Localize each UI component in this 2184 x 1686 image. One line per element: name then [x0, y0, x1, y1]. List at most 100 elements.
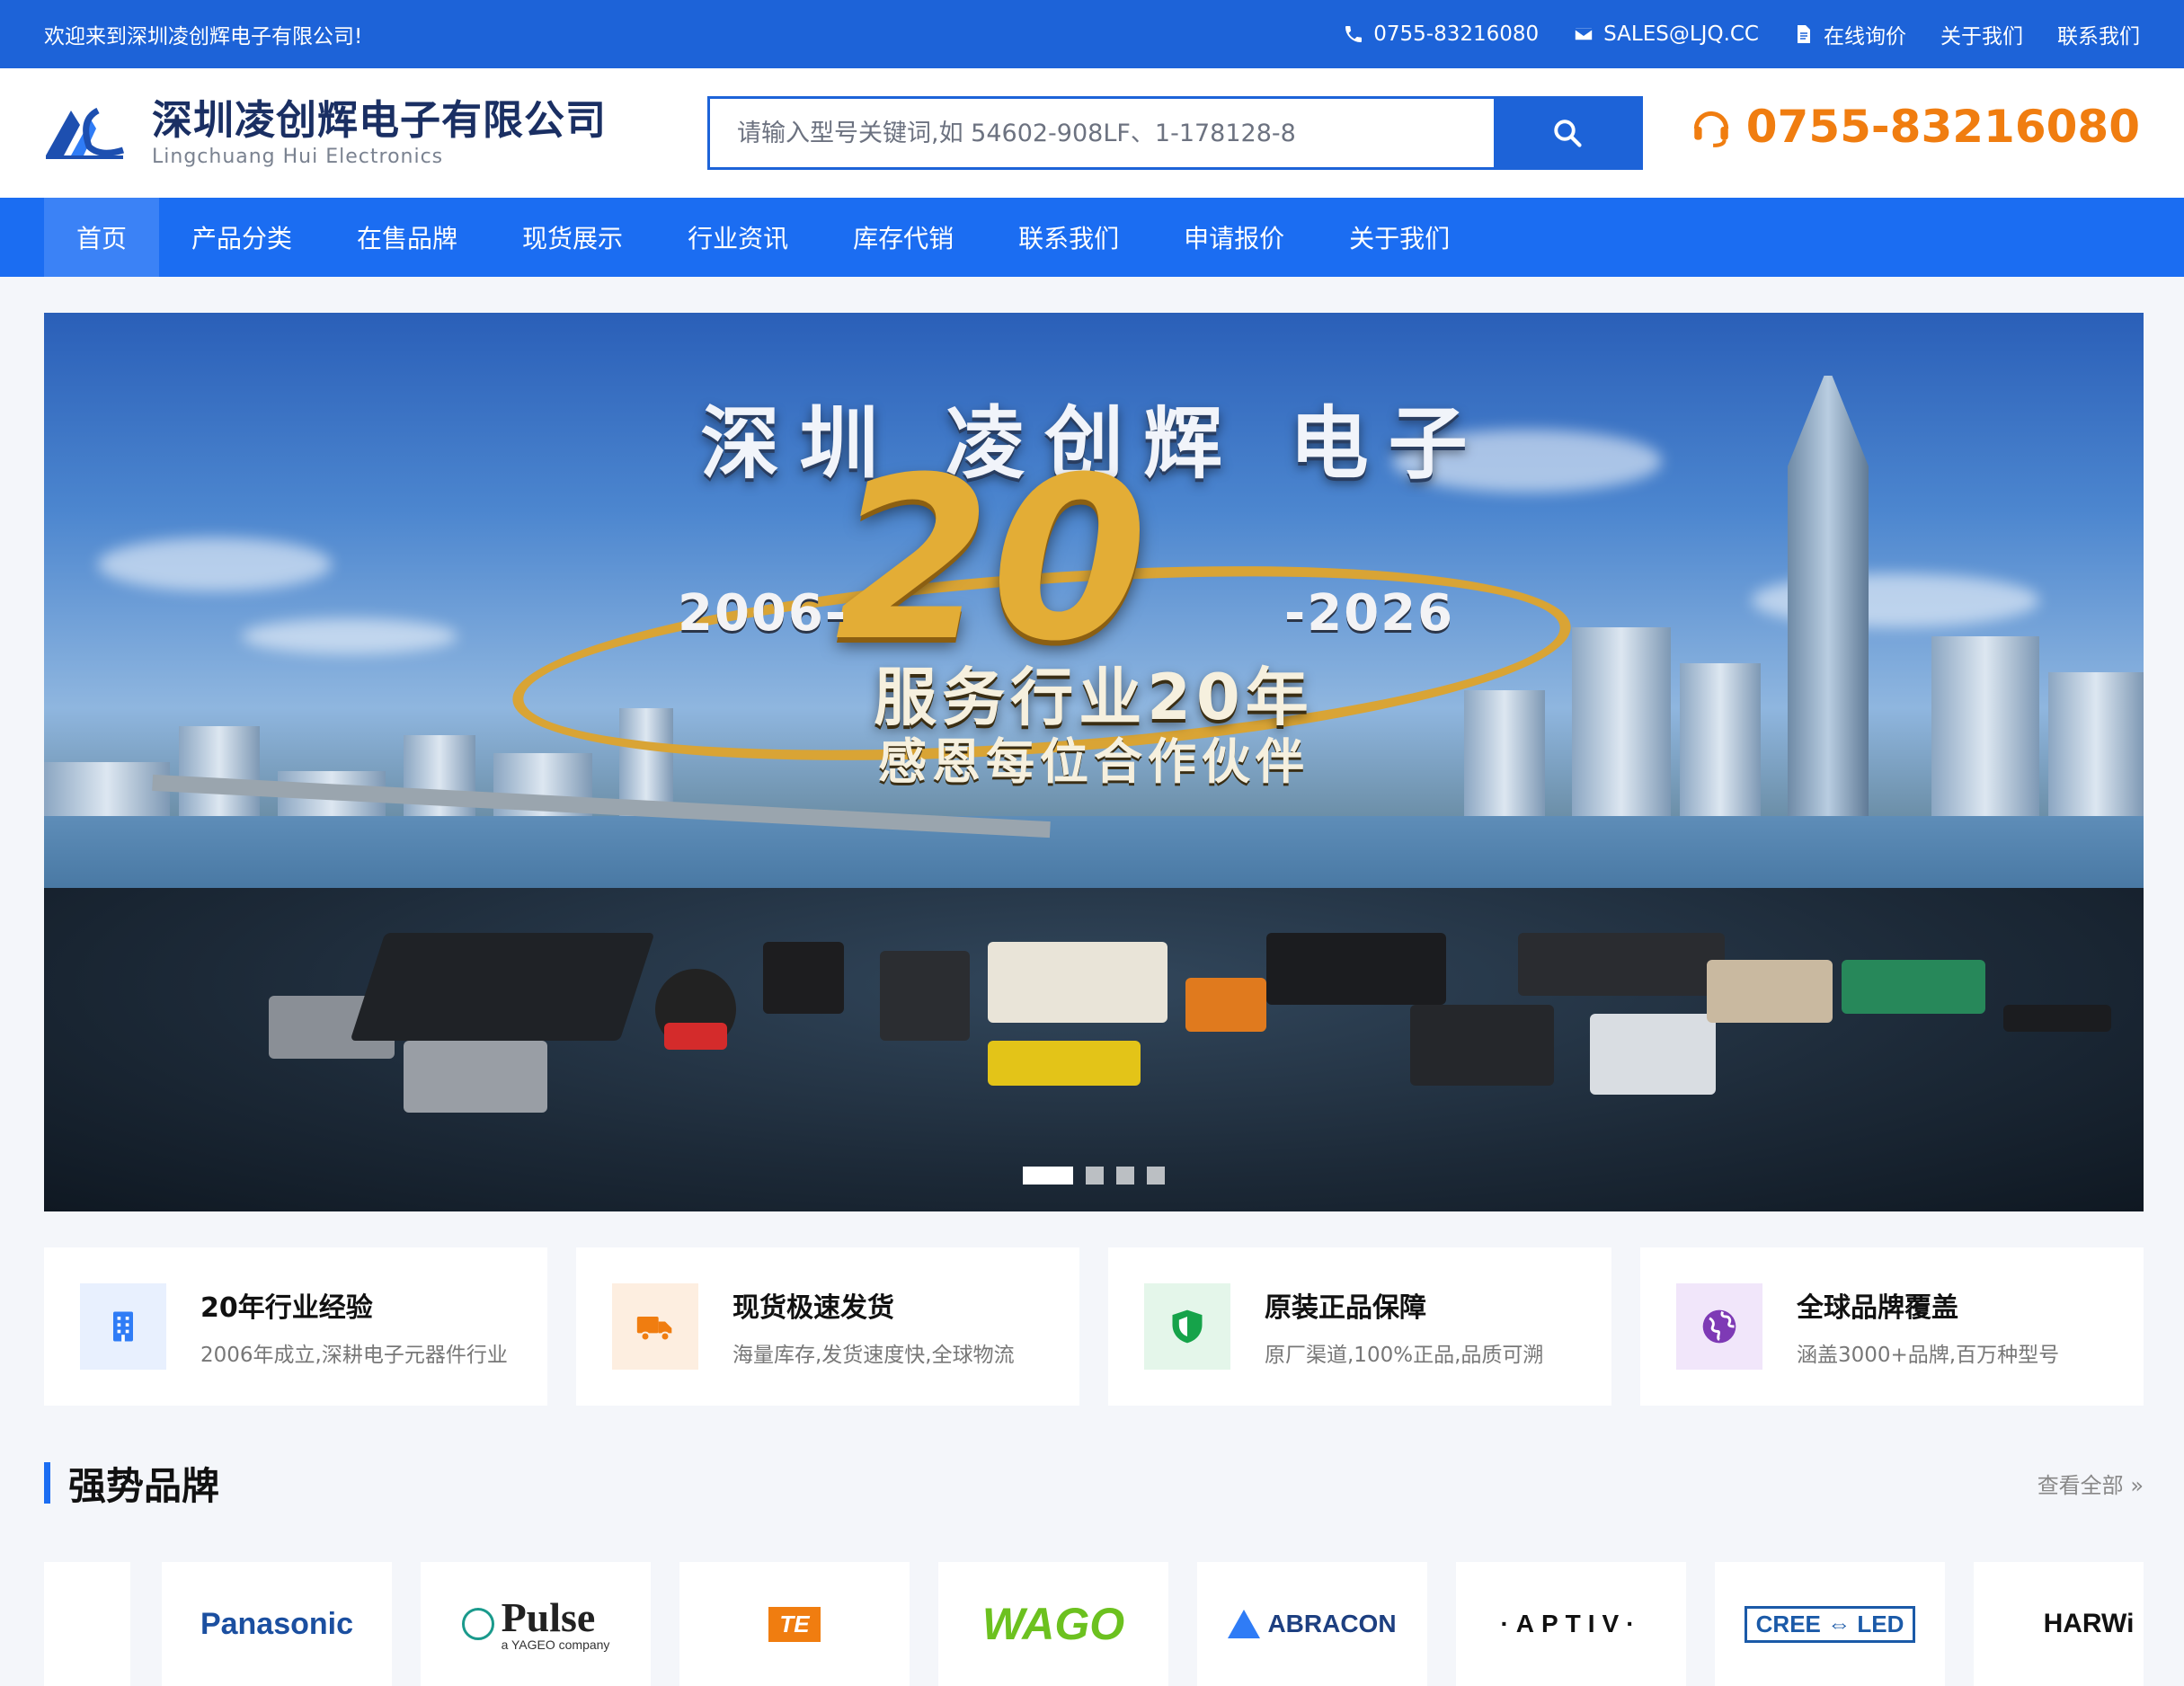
carousel-dot[interactable]: [1147, 1167, 1165, 1185]
shield-icon: [1144, 1283, 1230, 1370]
brand-name: Pulse: [501, 1594, 596, 1640]
brand-logo[interactable]: ex: [44, 1562, 130, 1686]
connector-shape: [1590, 1014, 1716, 1095]
banner-slogan-sub: 感恩每位合作伙伴: [878, 733, 1310, 790]
hotline-number: 0755-83216080: [1745, 101, 2140, 153]
nav-item[interactable]: 库存代销: [821, 198, 986, 277]
company-name-en: Lingchuang Hui Electronics: [152, 146, 444, 169]
nav-item[interactable]: 在售品牌: [324, 198, 490, 277]
top-phone-text: 0755-83216080: [1373, 22, 1540, 46]
component-shape: [763, 942, 844, 1014]
building-icon: [80, 1283, 166, 1370]
brand-sub: a YAGEO company: [501, 1637, 610, 1652]
section-title: 强势品牌: [44, 1456, 219, 1511]
brand-name: ABRACON: [1267, 1610, 1397, 1637]
connector-shape: [1518, 933, 1725, 996]
logo[interactable]: 深圳凌创辉电子有限公司 Lingchuang Hui Electronics: [44, 98, 709, 169]
nav-item[interactable]: 产品分类: [159, 198, 324, 277]
brand-name: HARWi: [2043, 1609, 2135, 1638]
search-input[interactable]: [710, 99, 1494, 167]
top-contact-link[interactable]: 联系我们: [2057, 19, 2140, 49]
hotline[interactable]: 0755-83216080: [1689, 101, 2140, 153]
search-box: [707, 96, 1643, 170]
welcome-text: 欢迎来到深圳凌创辉电子有限公司!: [44, 25, 363, 49]
brand-name: WAGO: [981, 1599, 1125, 1649]
company-name-cn: 深圳凌创辉电子有限公司: [152, 95, 608, 144]
main-nav: 首页 产品分类 在售品牌 现货展示 行业资讯 库存代销 联系我们 申请报价 关于我们: [0, 198, 2184, 277]
brand-mark: Pulse a YAGEO company: [461, 1594, 610, 1652]
brand-logo[interactable]: WAGO: [938, 1562, 1168, 1686]
feature-desc: 涵盖3000+品牌,百万种型号: [1797, 1344, 2060, 1367]
capacitor-shape: [988, 1041, 1141, 1086]
feature-card[interactable]: 20年行业经验 2006年成立,深耕电子元器件行业: [44, 1247, 547, 1406]
top-bar: 欢迎来到深圳凌创辉电子有限公司! 0755-83216080 SALES@LJQ…: [0, 0, 2184, 68]
top-phone[interactable]: 0755-83216080: [1343, 22, 1539, 46]
page: 欢迎来到深圳凌创辉电子有限公司! 0755-83216080 SALES@LJQ…: [0, 0, 2184, 1686]
component-shape: [880, 951, 970, 1041]
headset-icon: [1693, 111, 1728, 147]
brand-logo[interactable]: ABRACON: [1197, 1562, 1427, 1686]
brand-logo[interactable]: ·APTIV·: [1456, 1562, 1686, 1686]
search-icon: [1553, 120, 1582, 147]
brand-logo[interactable]: Panasonic: [162, 1562, 392, 1686]
nav-item[interactable]: 现货展示: [490, 198, 655, 277]
nav-item[interactable]: 关于我们: [1317, 198, 1482, 277]
hero-banner[interactable]: 深圳 凌创辉 电子 20 2006- -2026 服务行业20年 感恩每位合作伙…: [44, 313, 2144, 1211]
mail-icon: [1574, 27, 1594, 41]
search-button[interactable]: [1494, 99, 1640, 167]
top-links: 0755-83216080 SALES@LJQ.CC 在线询价 关于我们 联系我…: [1343, 19, 2140, 49]
top-email[interactable]: SALES@LJQ.CC: [1573, 22, 1759, 46]
abracon-logo-icon: [1228, 1610, 1261, 1638]
feature-card[interactable]: 全球品牌覆盖 涵盖3000+品牌,百万种型号: [1640, 1247, 2144, 1406]
component-shape: [2003, 1005, 2111, 1032]
brand-logo[interactable]: CREE ⇔ LED: [1715, 1562, 1945, 1686]
feature-card[interactable]: 原装正品保障 原厂渠道,100%正品,品质可溯: [1108, 1247, 1611, 1406]
connector-shape: [404, 1041, 547, 1113]
carousel-dot[interactable]: [1023, 1167, 1073, 1185]
feature-cards: 20年行业经验 2006年成立,深耕电子元器件行业 现货极速发货 海量库存,发货…: [44, 1247, 2144, 1406]
feature-text: 20年行业经验 2006年成立,深耕电子元器件行业: [200, 1285, 508, 1368]
brand-carousel: ex Panasonic Pulse a YAGEO company TE WAGO…: [44, 1562, 2144, 1686]
nav-item[interactable]: 首页: [44, 198, 160, 277]
logo-text: 深圳凌创辉电子有限公司 Lingchuang Hui Electronics: [152, 98, 607, 169]
brand-logo[interactable]: HARWi: [1974, 1562, 2144, 1686]
connector-shape: [988, 942, 1167, 1023]
brands-title: 强势品牌: [68, 1463, 220, 1508]
top-inquiry[interactable]: 在线询价: [1793, 19, 1906, 49]
feature-title: 全球品牌覆盖: [1797, 1292, 1958, 1324]
top-inquiry-text: 在线询价: [1824, 25, 1906, 49]
feature-title: 20年行业经验: [200, 1292, 373, 1324]
title-accent-bar: [44, 1462, 50, 1504]
carousel-dot[interactable]: [1116, 1167, 1134, 1185]
connector-shape: [1707, 960, 1833, 1023]
brand-name: ·APTIV·: [1500, 1610, 1642, 1637]
brand-mark: ABRACON: [1228, 1610, 1397, 1638]
banner-year-start: 2006-: [678, 584, 848, 643]
nav-item[interactable]: 行业资讯: [655, 198, 821, 277]
brand-name: TE: [768, 1606, 821, 1642]
globe-icon: [1676, 1283, 1762, 1370]
carousel-dot[interactable]: [1086, 1167, 1104, 1185]
pulse-logo-icon: [461, 1608, 494, 1640]
feature-desc: 2006年成立,深耕电子元器件行业: [200, 1344, 508, 1367]
terminal-block-shape: [1842, 960, 1985, 1014]
document-icon: [1798, 25, 1810, 43]
feature-text: 全球品牌覆盖 涵盖3000+品牌,百万种型号: [1797, 1285, 2059, 1368]
truck-icon: [612, 1283, 698, 1370]
component-shape: [1410, 1005, 1554, 1086]
nav-item[interactable]: 联系我们: [986, 198, 1151, 277]
top-about-link[interactable]: 关于我们: [1940, 19, 2023, 49]
feature-card[interactable]: 现货极速发货 海量库存,发货速度快,全球物流: [576, 1247, 1079, 1406]
banner-big-number: 20: [835, 429, 1148, 690]
brand-logo[interactable]: Pulse a YAGEO company: [421, 1562, 651, 1686]
brand-name: CREE ⇔ LED: [1744, 1605, 1916, 1643]
feature-text: 现货极速发货 海量库存,发货速度快,全球物流: [732, 1285, 1015, 1368]
nav-item[interactable]: 申请报价: [1151, 198, 1317, 277]
brand-logo[interactable]: TE: [679, 1562, 910, 1686]
feature-text: 原装正品保障 原厂渠道,100%正品,品质可溯: [1265, 1285, 1543, 1368]
brand-name: Panasonic: [200, 1606, 354, 1641]
phone-icon: [1345, 26, 1363, 42]
feature-title: 现货极速发货: [732, 1292, 894, 1324]
brands-section-header: 强势品牌 查看全部 »: [44, 1456, 2144, 1510]
view-all-link[interactable]: 查看全部 »: [2038, 1468, 2144, 1499]
